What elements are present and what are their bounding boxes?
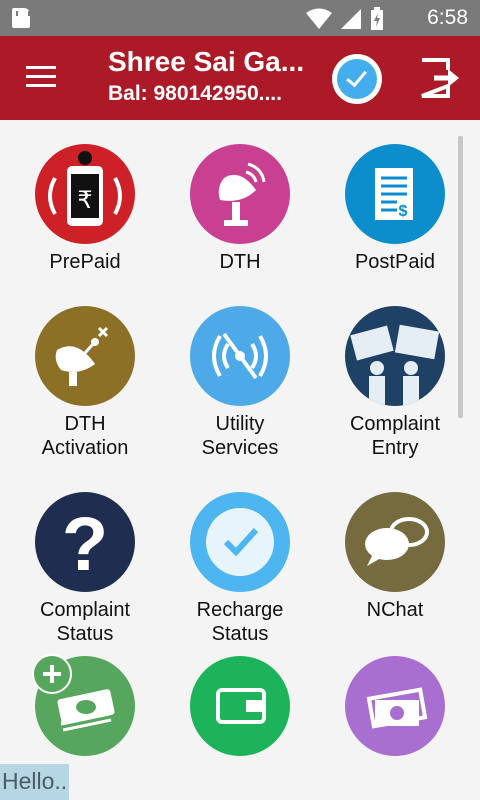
wallet-icon <box>190 656 290 756</box>
tile-label: Complaint Entry <box>349 413 441 459</box>
utility-signal-off-icon <box>190 306 290 406</box>
tile-label: PrePaid <box>49 251 121 273</box>
status-bar: 6:58 <box>0 0 480 36</box>
question-icon: ? <box>35 492 135 592</box>
chat-bubbles-icon <box>345 492 445 592</box>
svg-text:?: ? <box>62 502 108 587</box>
status-icons <box>306 7 384 31</box>
tile-label: Recharge Status <box>196 599 284 645</box>
account-summary: Shree Sai Ga... Bal: 980142950.... <box>108 46 313 106</box>
services-grid: ₹ PrePaid DTH $ PostPaid DTH Activation … <box>0 120 480 800</box>
bill-icon: $ <box>345 144 445 244</box>
tile-label: Complaint Status <box>39 599 131 645</box>
scrollbar[interactable] <box>458 136 463 418</box>
wifi-icon <box>306 8 332 29</box>
tile-label: DTH <box>219 251 261 273</box>
svg-text:₹: ₹ <box>77 186 92 214</box>
logout-icon[interactable] <box>418 56 462 100</box>
tile-label: PostPaid <box>354 251 436 273</box>
toast-message: Hello.. <box>0 764 70 800</box>
satellite-dish-icon <box>190 144 290 244</box>
tile-label: NChat <box>366 599 424 621</box>
check-circle-icon <box>190 492 290 592</box>
balance-text: Bal: 980142950.... <box>108 82 282 105</box>
tile-label: Utility Services <box>201 413 279 459</box>
prepaid-phone-icon: ₹ <box>35 144 135 244</box>
plus-icon <box>32 654 72 694</box>
menu-icon[interactable] <box>26 66 56 90</box>
tile-label: DTH Activation <box>41 413 129 459</box>
protest-signs-icon <box>345 306 445 406</box>
sd-card-icon <box>12 8 30 28</box>
cash-icon <box>345 656 445 756</box>
battery-icon <box>371 7 383 30</box>
signal-icon <box>341 9 361 29</box>
status-time: 6:58 <box>427 6 468 29</box>
verified-check-icon[interactable] <box>332 54 382 104</box>
dish-antenna-icon <box>35 306 135 406</box>
svg-text:$: $ <box>399 203 408 220</box>
app-bar: Shree Sai Ga... Bal: 980142950.... <box>0 36 480 120</box>
agent-name: Shree Sai Ga... <box>108 46 305 77</box>
